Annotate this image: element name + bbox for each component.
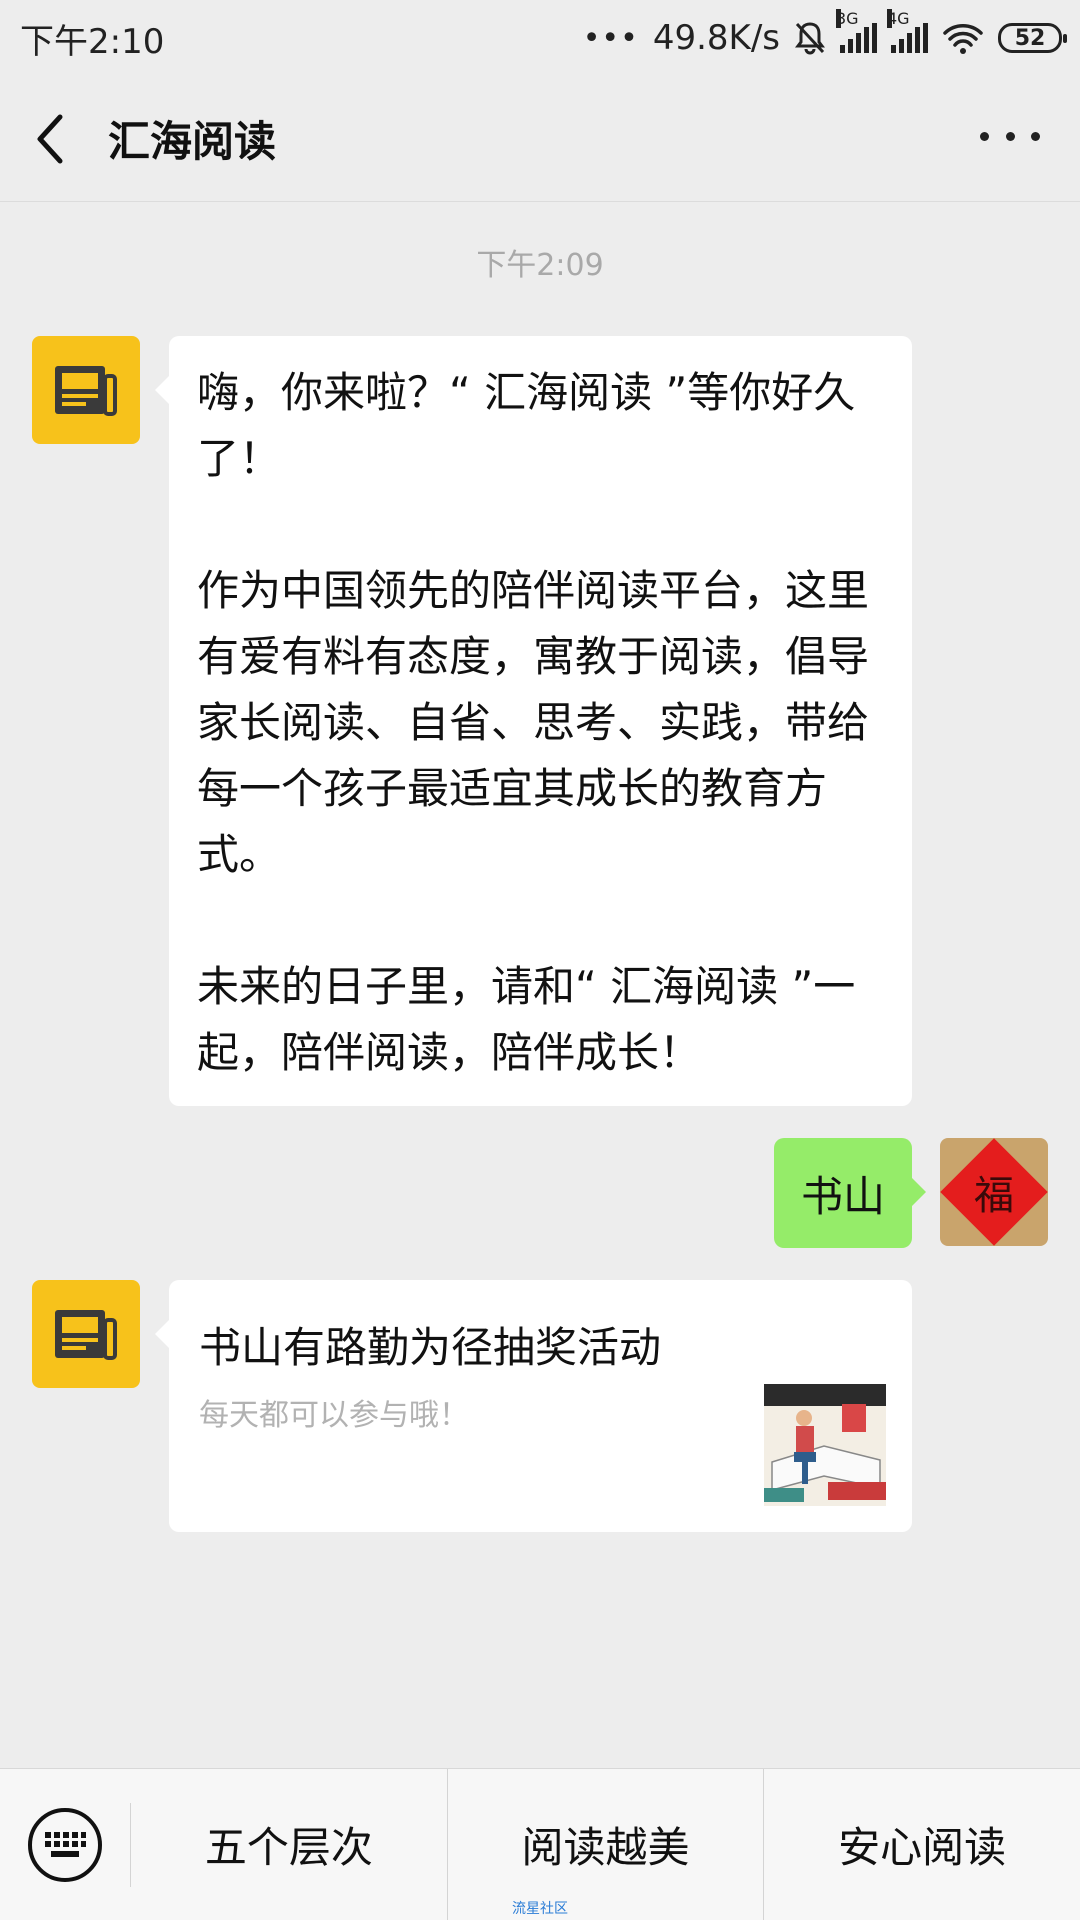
article-thumbnail bbox=[764, 1384, 886, 1506]
user-avatar[interactable]: 福 bbox=[940, 1138, 1048, 1246]
keyboard-icon bbox=[28, 1807, 102, 1882]
newspaper-icon bbox=[55, 1310, 117, 1360]
title-bar: 汇海阅读 bbox=[0, 76, 1080, 202]
watermark-text: 流星社区 bbox=[512, 1901, 568, 1917]
status-time: 下午2:10 bbox=[20, 21, 165, 62]
official-account-avatar[interactable] bbox=[32, 336, 140, 444]
more-dot bbox=[1005, 131, 1015, 141]
fu-card-image: 福 bbox=[940, 1138, 1048, 1246]
more-dot bbox=[980, 131, 989, 141]
welcome-message-text: 嗨，你来啦？“ 汇海阅读 ”等你好久了！ 作为中国领先的陪伴阅读平台，这里有爱有… bbox=[197, 368, 870, 1077]
back-button[interactable] bbox=[0, 76, 100, 202]
signal-4g-icon: 4G bbox=[887, 9, 928, 53]
battery-icon: 52 bbox=[998, 23, 1067, 53]
more-dot bbox=[1031, 131, 1040, 141]
user-message-bubble[interactable]: 书山 bbox=[774, 1138, 926, 1248]
back-arrow-icon bbox=[37, 114, 63, 163]
welcome-message-bubble[interactable]: 嗨，你来啦？“ 汇海阅读 ”等你好久了！ 作为中国领先的陪伴阅读平台，这里有爱有… bbox=[155, 336, 912, 1106]
status-bar: 下午2:10 ••• 49.8K/s 3G 4G 52 bbox=[0, 0, 1080, 76]
mute-bell-icon bbox=[794, 21, 826, 55]
more-options-button[interactable] bbox=[980, 116, 1040, 156]
message-timestamp: 下午2:09 bbox=[476, 248, 604, 283]
chat-title: 汇海阅读 bbox=[108, 117, 277, 166]
article-description: 每天都可以参与哦！ bbox=[199, 1398, 469, 1433]
article-title: 书山有路勤为径抽奖活动 bbox=[199, 1323, 662, 1372]
wifi-icon bbox=[942, 21, 984, 55]
network-speed: 49.8K/s bbox=[652, 18, 780, 58]
signal-3g-icon: 3G bbox=[836, 9, 877, 53]
notification-dots: ••• bbox=[582, 20, 639, 56]
status-icons: ••• 49.8K/s 3G 4G 52 bbox=[582, 9, 1067, 58]
official-account-avatar[interactable] bbox=[32, 1280, 140, 1388]
article-card[interactable]: 书山有路勤为径抽奖活动 每天都可以参与哦！ bbox=[155, 1280, 912, 1532]
user-message-text: 书山 bbox=[800, 1171, 885, 1221]
newspaper-icon bbox=[55, 366, 117, 416]
